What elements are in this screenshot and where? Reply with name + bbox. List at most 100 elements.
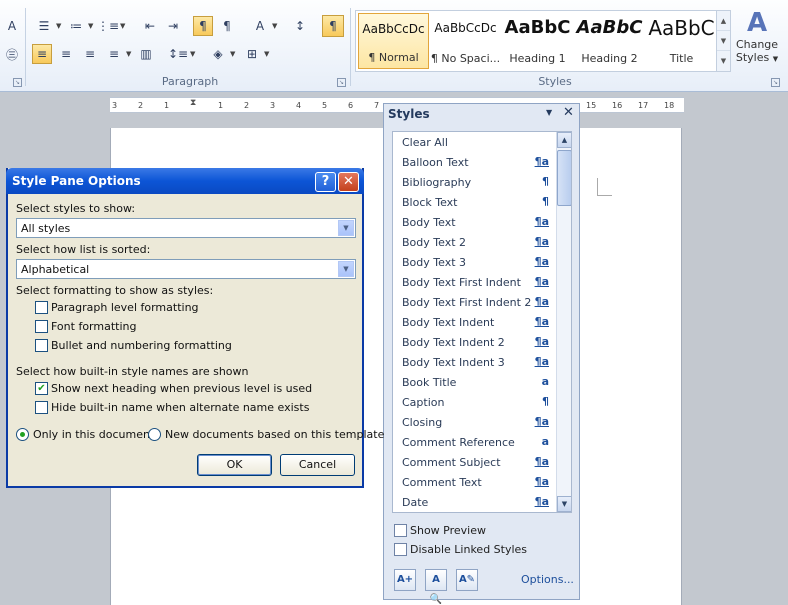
chevron-down-icon[interactable]: ▼	[126, 50, 131, 58]
gallery-more-icon[interactable]: ▼	[717, 51, 730, 71]
options-link[interactable]: Options...	[521, 573, 574, 586]
style-title[interactable]: AaBbC Title	[646, 13, 717, 69]
style-heading-1[interactable]: AaBbC Heading 1	[502, 13, 573, 69]
show-styles-select[interactable]: All styles ▼	[16, 218, 356, 238]
style-item[interactable]: Body Text 3 ¶a	[393, 252, 555, 272]
style-item[interactable]: Body Text First Indent ¶a	[393, 272, 555, 292]
linked-style-icon: ¶a	[534, 155, 549, 168]
chevron-down-icon[interactable]: ▼	[88, 22, 93, 30]
new-documents-radio[interactable]	[148, 428, 161, 441]
style-item[interactable]: Book Title a	[393, 372, 555, 392]
help-icon[interactable]: ?	[315, 172, 336, 192]
style-item[interactable]: Caption ¶	[393, 392, 555, 412]
style-inspector-icon[interactable]: A🔍	[425, 569, 447, 605]
sort-select[interactable]: Alphabetical ▼	[16, 259, 356, 279]
rtl-text-direction-icon[interactable]: ¶	[217, 16, 237, 36]
style-item[interactable]: Comment Text ¶a	[393, 472, 555, 492]
ok-button[interactable]: OK	[197, 454, 272, 476]
align-center-icon[interactable]: ≡	[56, 44, 76, 64]
bullets-icon[interactable]: ☰	[34, 16, 54, 36]
align-right-icon[interactable]: ≡	[80, 44, 100, 64]
style-item[interactable]: Body Text ¶a	[393, 212, 555, 232]
bullet-formatting-checkbox[interactable]	[35, 339, 48, 352]
ruler-tick: 18	[664, 101, 675, 110]
disable-linked-styles-checkbox[interactable]	[394, 543, 407, 556]
sort-icon[interactable]: ↕	[290, 16, 310, 36]
style-item[interactable]: Body Text 2 ¶a	[393, 232, 555, 252]
scroll-thumb[interactable]	[557, 150, 571, 206]
chevron-down-icon[interactable]: ▼	[56, 22, 61, 30]
style-item-name: Comment Subject	[402, 456, 501, 469]
show-preview-checkbox[interactable]	[394, 524, 407, 537]
scroll-up-icon[interactable]: ▲	[557, 132, 571, 148]
only-this-document-label: Only in this document	[33, 428, 155, 441]
style-item[interactable]: Clear All	[393, 132, 555, 152]
cancel-button[interactable]: Cancel	[280, 454, 355, 476]
style-no-spacing[interactable]: AaBbCcDc ¶ No Spaci...	[430, 13, 501, 69]
style-sample: AaBbC	[576, 17, 643, 38]
style-item[interactable]: Comment Reference a	[393, 432, 555, 452]
style-item[interactable]: Comment Subject ¶a	[393, 452, 555, 472]
borders-icon[interactable]: ⊞	[242, 44, 262, 64]
gallery-down-icon[interactable]: ▼	[717, 31, 730, 51]
decrease-indent-icon[interactable]: ⇤	[140, 16, 160, 36]
multilevel-list-icon[interactable]: ⋮≡	[97, 16, 119, 36]
paragraph-dialog-launcher-icon[interactable]: ↘	[337, 78, 346, 87]
close-icon[interactable]: ✕	[338, 172, 359, 192]
style-item[interactable]: Block Text ¶	[393, 192, 555, 212]
chevron-down-icon[interactable]: ▼	[338, 261, 354, 277]
style-item-name: Closing	[402, 416, 443, 429]
style-heading-2[interactable]: AaBbC Heading 2	[574, 13, 645, 69]
change-styles-button[interactable]: A Change Styles ▼	[734, 8, 780, 72]
chevron-down-icon[interactable]: ▼	[338, 220, 354, 236]
paragraph-formatting-checkbox[interactable]	[35, 301, 48, 314]
chevron-down-icon[interactable]: ▼	[230, 50, 235, 58]
hide-builtin-name-checkbox[interactable]	[35, 401, 48, 414]
pane-menu-icon[interactable]: ▼	[546, 108, 552, 117]
align-left-icon[interactable]: ≡	[32, 44, 52, 64]
chevron-down-icon[interactable]: ▼	[272, 22, 277, 30]
style-item[interactable]: Body Text Indent 2 ¶a	[393, 332, 555, 352]
new-style-icon[interactable]: A+	[394, 569, 416, 591]
ruler-tick: 4	[296, 101, 302, 110]
style-item[interactable]: Closing ¶a	[393, 412, 555, 432]
line-spacing-icon[interactable]: ↕≡	[168, 44, 188, 64]
chevron-down-icon[interactable]: ▼	[190, 50, 195, 58]
gallery-up-icon[interactable]: ▲	[717, 11, 730, 31]
ruler-tick: 3	[270, 101, 276, 110]
font-formatting-checkbox[interactable]	[35, 320, 48, 333]
style-item[interactable]: Date ¶a	[393, 492, 555, 512]
character-border-icon[interactable]: A	[2, 16, 22, 36]
asian-layout-icon[interactable]: A	[250, 16, 270, 36]
style-item-name: Comment Text	[402, 476, 482, 489]
scroll-down-icon[interactable]: ▼	[557, 496, 571, 512]
style-item[interactable]: Body Text First Indent 2 ¶a	[393, 292, 555, 312]
paragraph-formatting-label: Paragraph level formatting	[51, 301, 199, 314]
distributed-icon[interactable]: ▥	[136, 44, 156, 64]
only-this-document-radio[interactable]	[16, 428, 29, 441]
style-item[interactable]: Balloon Text ¶a	[393, 152, 555, 172]
shading-icon[interactable]: ◈	[208, 44, 228, 64]
linked-style-icon: ¶a	[534, 295, 549, 308]
styles-dialog-launcher-icon[interactable]: ↘	[771, 78, 780, 87]
enclose-characters-icon[interactable]: ㊂	[2, 44, 22, 64]
style-item[interactable]: Body Text Indent ¶a	[393, 312, 555, 332]
show-next-heading-checkbox[interactable]: ✔	[35, 382, 48, 395]
style-item[interactable]: Bibliography ¶	[393, 172, 555, 192]
numbering-icon[interactable]: ≔	[66, 16, 86, 36]
style-normal[interactable]: AaBbCcDc ¶ Normal	[358, 13, 429, 69]
show-formatting-marks-icon[interactable]: ¶	[322, 15, 344, 37]
style-item[interactable]: Body Text Indent 3 ¶a	[393, 352, 555, 372]
close-icon[interactable]: ✕	[563, 105, 574, 120]
indent-marker-icon[interactable]: ⧗	[190, 98, 196, 108]
justify-icon[interactable]: ≡	[104, 44, 124, 64]
manage-styles-icon[interactable]: A✎	[456, 569, 478, 591]
chevron-down-icon[interactable]: ▼	[120, 22, 125, 30]
styles-list-scrollbar[interactable]: ▲ ▼	[556, 132, 571, 512]
chevron-down-icon[interactable]: ▼	[264, 50, 269, 58]
linked-style-icon: ¶a	[534, 335, 549, 348]
increase-indent-icon[interactable]: ⇥	[163, 16, 183, 36]
ltr-text-direction-icon[interactable]: ¶	[193, 16, 213, 36]
font-dialog-launcher-icon[interactable]: ↘	[13, 78, 22, 87]
style-item-name: Bibliography	[402, 176, 472, 189]
